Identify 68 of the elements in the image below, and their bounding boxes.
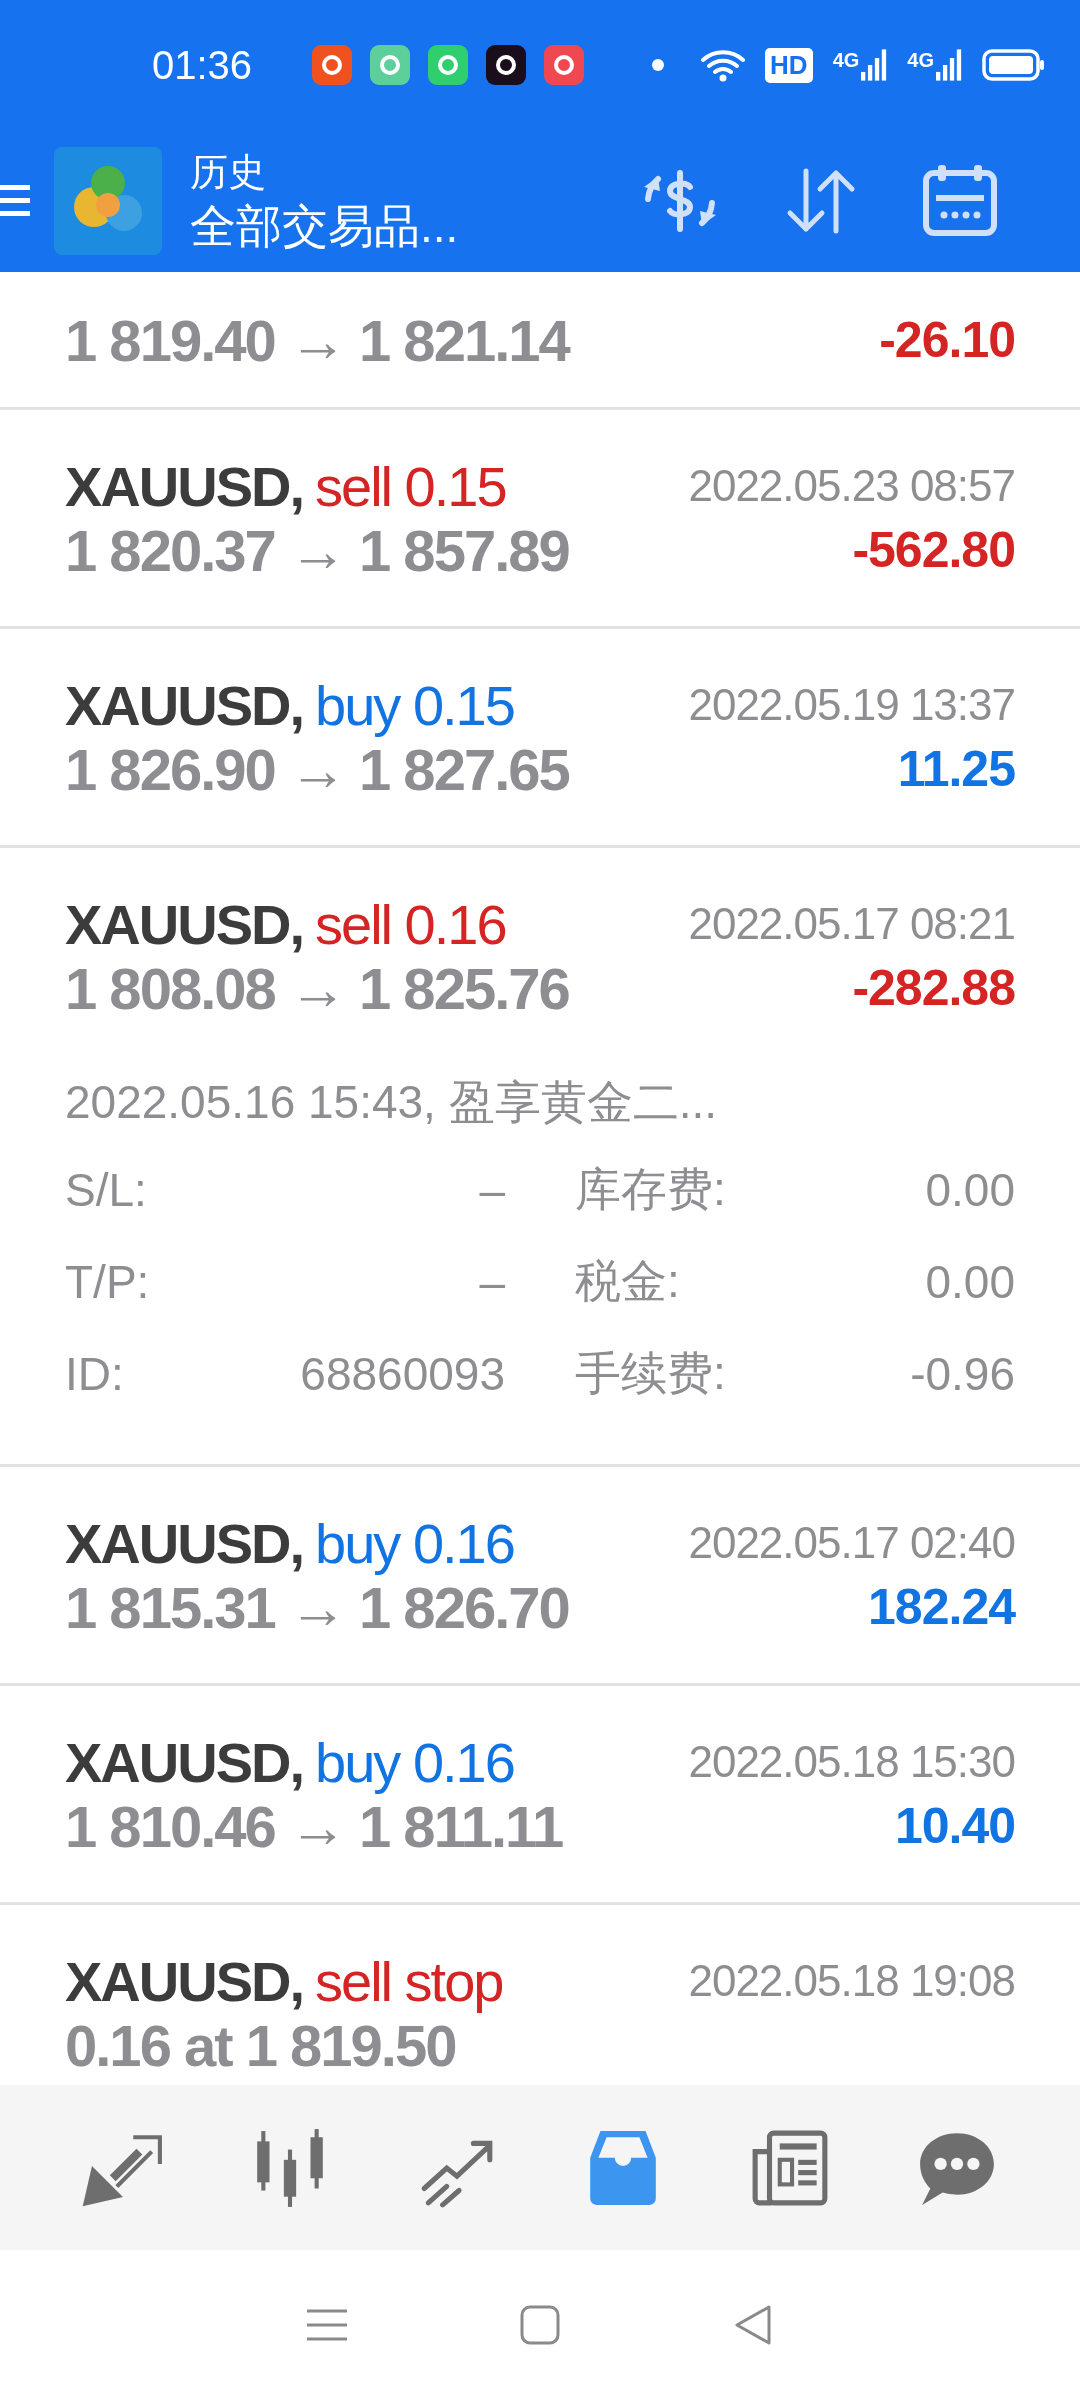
- trade-profit: 11.25: [897, 740, 1015, 798]
- trade-profit: -26.10: [879, 311, 1015, 369]
- network-label: 4G: [832, 49, 860, 72]
- detail-value: 0.00: [925, 1255, 1015, 1309]
- symbol-filter[interactable]: 全部交易品...: [190, 197, 580, 255]
- signal-icon: [936, 49, 962, 81]
- trade-prices: 1 808.08 → 1 825.76: [65, 954, 569, 1022]
- screen-title: 历史: [190, 150, 267, 195]
- detail-label: T/P:: [65, 1255, 150, 1309]
- app-notification-icon: [312, 45, 352, 85]
- trade-row[interactable]: XAUUSD, buy 0.16 2022.05.17 02:40 1 815.31 → 1 826.70 182.24: [0, 1467, 1080, 1686]
- trade-prices: 1 810.46 → 1 811.11: [65, 1793, 563, 1860]
- trade-time: 2022.05.17 02:40: [688, 1518, 1015, 1568]
- detail-value: 0.00: [925, 1163, 1015, 1217]
- trade-time: 2022.05.18 15:30: [688, 1737, 1015, 1787]
- trade-prices: 1 819.40 → 1 821.14: [65, 306, 569, 374]
- detail-value: -0.96: [910, 1347, 1015, 1401]
- trade-symbol: XAUUSD,: [65, 1949, 304, 2013]
- trade-row[interactable]: 1 819.40 → 1 821.14 -26.10: [0, 272, 1080, 410]
- trade-action: sell stop: [315, 1949, 503, 2013]
- wifi-icon: [701, 48, 746, 82]
- hd-badge: HD: [765, 47, 813, 83]
- trade-row[interactable]: XAUUSD, sell 0.15 2022.05.23 08:57 1 820.37 → 1 857.89 -562.80: [0, 410, 1080, 629]
- trade-time: 2022.05.23 08:57: [688, 461, 1015, 511]
- trade-row[interactable]: XAUUSD, sell 0.16 2022.05.17 08:21 1 808.08 → 1 825.76 -282.88 2022.05.16 15:43, 盈享黄金二... S/L: – 库存费: 0.00 T/P: – 税金: 0.00 ID: 68860093 手续费: -0.96: [0, 848, 1080, 1467]
- trade-prices: 1 820.37 → 1 857.89: [65, 516, 569, 584]
- trade-action: sell 0.16: [315, 892, 506, 956]
- network-label: 4G: [907, 49, 934, 72]
- trade-symbol: XAUUSD,: [65, 1730, 304, 1794]
- detail-value: 68860093: [300, 1347, 505, 1401]
- detail-label: 库存费:: [575, 1162, 726, 1217]
- status-time: 01:36: [152, 42, 254, 88]
- app-notification-icon: [370, 45, 410, 85]
- home-icon[interactable]: [518, 2303, 562, 2347]
- app-notification-icon: [486, 45, 526, 85]
- trade-action: sell 0.15: [315, 454, 506, 518]
- trade-profit: -562.80: [852, 521, 1015, 579]
- trade-row[interactable]: XAUUSD, buy 0.15 2022.05.19 13:37 1 826.90 → 1 827.65 11.25: [0, 629, 1080, 848]
- detail-label: 手续费:: [575, 1346, 726, 1401]
- trade-symbol: XAUUSD,: [65, 454, 304, 518]
- detail-label: 税金:: [575, 1254, 680, 1309]
- trade-profit: 10.40: [894, 1797, 1015, 1855]
- detail-label: S/L:: [65, 1163, 147, 1217]
- detail-value: –: [479, 1163, 505, 1217]
- trade-action: buy 0.16: [315, 1511, 514, 1575]
- trade-time: 2022.05.18 19:08: [688, 1956, 1015, 2006]
- detail-label: ID:: [65, 1347, 124, 1401]
- trade-time: 2022.05.19 13:37: [688, 680, 1015, 730]
- trade-action: buy 0.15: [315, 673, 514, 737]
- trade-action: buy 0.16: [315, 1730, 514, 1794]
- open-time-comment: 2022.05.16 15:43, 盈享黄金二...: [65, 1075, 719, 1130]
- trade-time: 2022.05.17 08:21: [688, 899, 1015, 949]
- trade-symbol: XAUUSD,: [65, 673, 304, 737]
- app-notification-icon: [544, 45, 584, 85]
- trade-symbol: XAUUSD,: [65, 1511, 304, 1575]
- battery-icon: [982, 49, 1046, 81]
- signal-icon: [861, 49, 888, 81]
- trade-prices: 0.16 at 1 819.50: [65, 2012, 456, 2079]
- dot-icon: [652, 59, 664, 71]
- trade-profit: 182.24: [868, 1578, 1015, 1636]
- trade-profit: -282.88: [852, 959, 1015, 1017]
- trade-prices: 1 815.31 → 1 826.70: [65, 1574, 569, 1641]
- app-notification-icon: [428, 45, 468, 85]
- detail-value: –: [479, 1255, 505, 1309]
- trade-symbol: XAUUSD,: [65, 892, 304, 956]
- trade-prices: 1 826.90 → 1 827.65: [65, 736, 569, 803]
- trade-row[interactable]: XAUUSD, buy 0.16 2022.05.18 15:30 1 810.46 → 1 811.11 10.40: [0, 1686, 1080, 1905]
- app-logo-icon: [54, 147, 162, 255]
